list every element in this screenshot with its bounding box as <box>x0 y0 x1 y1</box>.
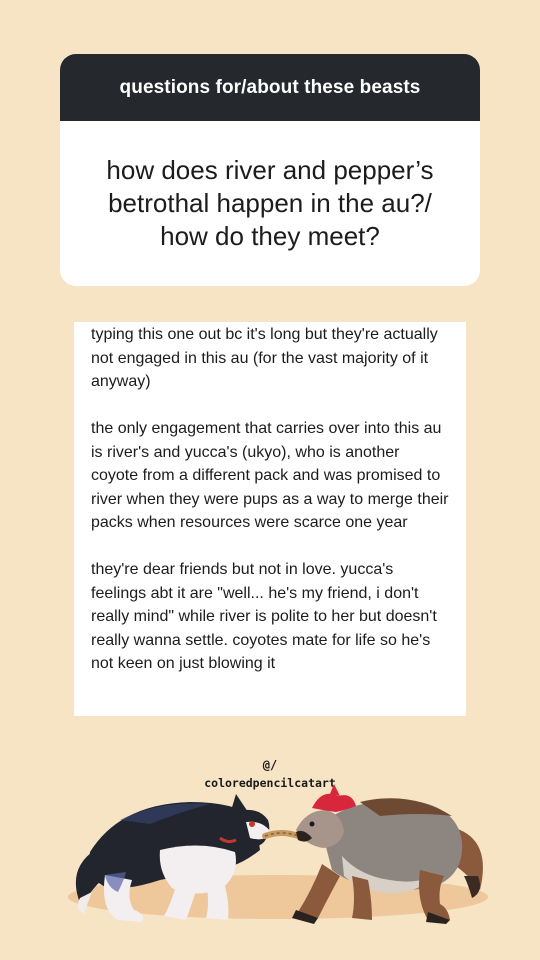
credit-at: @/ <box>262 758 278 772</box>
question-text: how does river and pepper’s betrothal ha… <box>106 155 434 251</box>
question-card-body: how does river and pepper’s betrothal ha… <box>60 121 480 286</box>
answer-paragraph: typing this one out bc it's long but the… <box>91 326 438 390</box>
question-card-header: questions for/about these beasts <box>60 54 480 121</box>
tug-rope <box>262 830 301 839</box>
question-card: questions for/about these beasts how doe… <box>60 54 480 286</box>
answer-paragraph: they're dear friends but not in love. yu… <box>91 561 437 672</box>
two-canines-tug-of-war-icon <box>68 784 488 924</box>
answer-paragraph: the only engagement that carries over in… <box>91 420 449 531</box>
answer-text-block: typing this one out bc it's long but the… <box>74 322 466 716</box>
